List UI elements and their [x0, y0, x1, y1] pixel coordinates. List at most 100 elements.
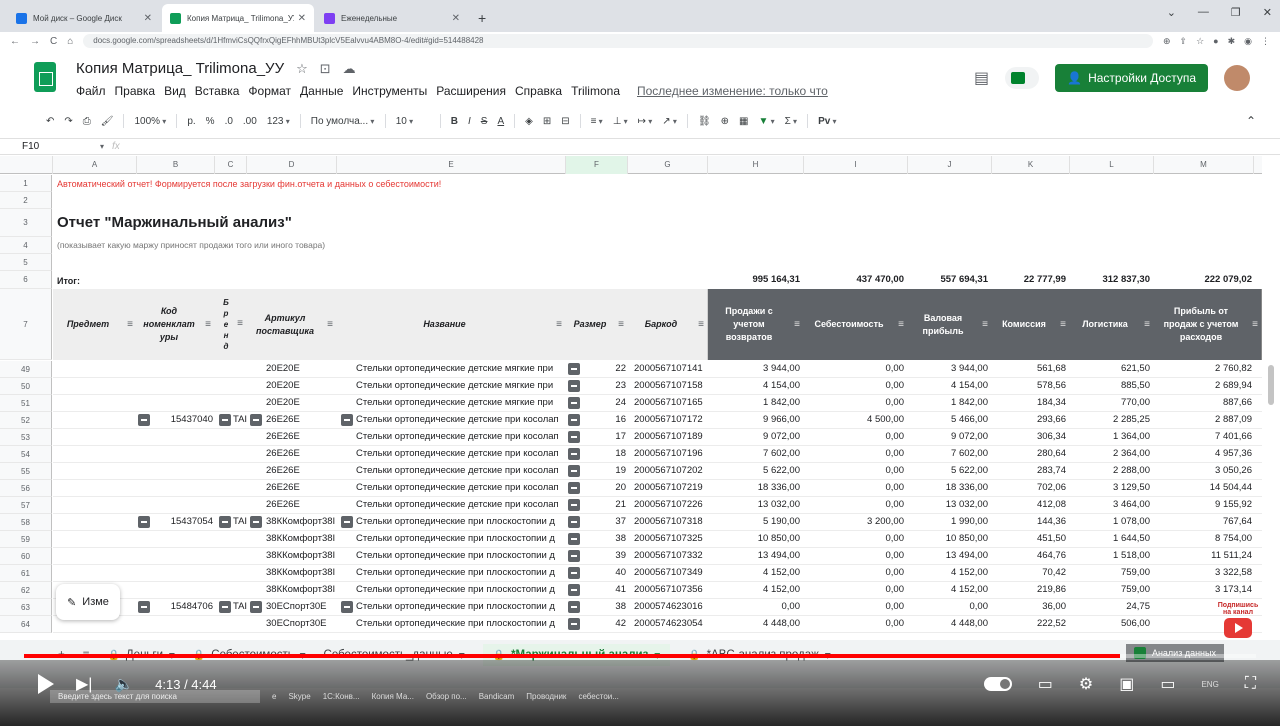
filter-icon[interactable]: ≡: [205, 318, 211, 331]
row-header[interactable]: 62: [0, 582, 52, 599]
filter-icon[interactable]: ≡: [698, 318, 704, 331]
cell-barcode[interactable]: 2000567107332: [634, 550, 706, 561]
row-header[interactable]: 53: [0, 429, 52, 446]
row-header[interactable]: 49: [0, 361, 52, 378]
column-header[interactable]: L: [1070, 156, 1154, 174]
column-header[interactable]: K: [992, 156, 1070, 174]
video-progress-bar[interactable]: [24, 654, 1256, 658]
spreadsheet-grid[interactable]: A B C D E F G H I J K L M 1 2 3 4 5 6 7 …: [0, 156, 1262, 640]
cell-gross[interactable]: 4 152,00: [908, 584, 988, 595]
filter-icon[interactable]: ≡: [794, 318, 800, 331]
header-size[interactable]: Размер ≡: [566, 289, 628, 360]
cell-gross[interactable]: 3 944,00: [908, 363, 988, 374]
cell-sales[interactable]: 4 152,00: [708, 567, 800, 578]
browser-tab-weekly[interactable]: Еженедельные ✕: [316, 4, 468, 32]
cell-sales[interactable]: 3 944,00: [708, 363, 800, 374]
cell-barcode[interactable]: 2000567107318: [634, 516, 706, 527]
cell-commission[interactable]: 70,42: [992, 567, 1066, 578]
header-logistics[interactable]: Логистика ≡: [1070, 289, 1154, 360]
group-collapse-icon[interactable]: [219, 414, 231, 426]
cell-gross[interactable]: 10 850,00: [908, 533, 988, 544]
close-icon[interactable]: ✕: [144, 13, 152, 24]
increase-decimal-button[interactable]: .00: [243, 116, 257, 127]
cell-code[interactable]: 15437040: [140, 414, 213, 425]
cell-size[interactable]: 38: [580, 533, 626, 544]
cell-sales[interactable]: 18 336,00: [708, 482, 800, 493]
cell-logistics[interactable]: 1 364,00: [1070, 431, 1150, 442]
tab-search-icon[interactable]: ⌄: [1167, 6, 1176, 19]
filter-icon[interactable]: ≡: [982, 318, 988, 331]
row-header[interactable]: 61: [0, 565, 52, 582]
taskbar-item[interactable]: Skype: [288, 692, 310, 701]
table-row[interactable]: 15484706 TAI 30ЕСпорт30Е Стельки ортопедиче…: [53, 599, 1262, 616]
row-header[interactable]: 3: [0, 209, 52, 237]
merge-cells-icon[interactable]: ⊟: [561, 116, 569, 127]
row-header[interactable]: 6: [0, 271, 52, 289]
table-row[interactable]: 15437040 TAI 26E26E Стельки ортопедические …: [53, 412, 1262, 429]
cell-barcode[interactable]: 2000567107219: [634, 482, 706, 493]
column-header[interactable]: C: [215, 156, 247, 174]
edge-icon[interactable]: e: [272, 692, 276, 701]
functions-button[interactable]: Σ: [785, 116, 797, 127]
cell-gross[interactable]: 4 152,00: [908, 567, 988, 578]
cell-gross[interactable]: 1 842,00: [908, 397, 988, 408]
restore-icon[interactable]: ❐: [1231, 6, 1241, 19]
subscribe-badge[interactable]: Подпишись на канал: [1216, 602, 1260, 642]
puzzle-icon[interactable]: ✱: [1228, 36, 1236, 47]
cell-profit[interactable]: 887,66: [1154, 397, 1252, 408]
cell-brand[interactable]: TAI: [233, 516, 247, 527]
table-row[interactable]: 38ККомфорт38I Стельки ортопедические при …: [53, 582, 1262, 599]
cell-size[interactable]: 17: [580, 431, 626, 442]
move-folder-icon[interactable]: ⊡: [320, 61, 331, 77]
meet-icon[interactable]: [1005, 67, 1040, 89]
italic-button[interactable]: I: [468, 116, 471, 127]
filter-icon[interactable]: ≡: [127, 318, 133, 331]
cell-gross[interactable]: 13 032,00: [908, 499, 988, 510]
cell-commission[interactable]: 36,00: [992, 601, 1066, 612]
header-barcode[interactable]: Баркод ≡: [628, 289, 708, 360]
align-horizontal-icon[interactable]: ≡: [591, 116, 603, 127]
cell-logistics[interactable]: 770,00: [1070, 397, 1150, 408]
cell-article[interactable]: 26E26E: [266, 482, 336, 493]
row-header[interactable]: 2: [0, 192, 52, 209]
close-window-icon[interactable]: ✕: [1263, 6, 1272, 19]
cell-size[interactable]: 19: [580, 465, 626, 476]
dropdown-chip-icon[interactable]: [568, 363, 580, 375]
cell-sales[interactable]: 13 494,00: [708, 550, 800, 561]
cell-name[interactable]: Стельки ортопедические при плоскостопии …: [356, 516, 565, 527]
miniplayer-icon[interactable]: ▣: [1119, 674, 1134, 694]
column-header[interactable]: M: [1154, 156, 1254, 174]
header-gross[interactable]: Валовая прибыль ≡: [908, 289, 992, 360]
table-row[interactable]: 26E26E Стельки ортопедические детские при…: [53, 480, 1262, 497]
taskbar-search[interactable]: Введите здесь текст для поиска: [50, 690, 260, 703]
bold-button[interactable]: B: [451, 116, 458, 127]
extension-icon[interactable]: ●: [1213, 36, 1218, 47]
borders-icon[interactable]: ⊞: [543, 116, 551, 127]
row-header[interactable]: 7: [0, 289, 52, 360]
cell-profit[interactable]: 3 050,26: [1154, 465, 1252, 476]
cell-logistics[interactable]: 759,00: [1070, 584, 1150, 595]
cell-name[interactable]: Стельки ортопедические детские при косол…: [356, 482, 565, 493]
filter-icon[interactable]: ≡: [237, 318, 243, 329]
cell-logistics[interactable]: 2 285,25: [1070, 414, 1150, 425]
cell-size[interactable]: 18: [580, 448, 626, 459]
cell-cost[interactable]: 0,00: [804, 584, 905, 595]
dropdown-chip-icon[interactable]: [568, 516, 580, 528]
text-wrap-icon[interactable]: ↦: [638, 116, 653, 127]
cell-article[interactable]: 26E26E: [266, 431, 336, 442]
cell-barcode[interactable]: 2000574623016: [634, 601, 706, 612]
dropdown-chip-icon[interactable]: [568, 414, 580, 426]
cell-barcode[interactable]: 2000567107141: [634, 363, 706, 374]
header-article[interactable]: Артикул поставщика ≡: [247, 289, 337, 360]
table-row[interactable]: 30ЕСпорт30Е Стельки ортопедические при пл…: [53, 616, 1262, 633]
undo-icon[interactable]: ↶: [46, 116, 54, 127]
cell-commission[interactable]: 280,64: [992, 448, 1066, 459]
autoplay-toggle[interactable]: [983, 677, 1012, 691]
cell-cost[interactable]: 0,00: [804, 397, 905, 408]
row-header[interactable]: 57: [0, 497, 52, 514]
cell-gross[interactable]: 9 072,00: [908, 431, 988, 442]
dropdown-chip-icon[interactable]: [568, 380, 580, 392]
column-header[interactable]: A: [53, 156, 137, 174]
cell-profit[interactable]: 4 957,36: [1154, 448, 1252, 459]
cell-article[interactable]: 26E26E: [266, 448, 336, 459]
